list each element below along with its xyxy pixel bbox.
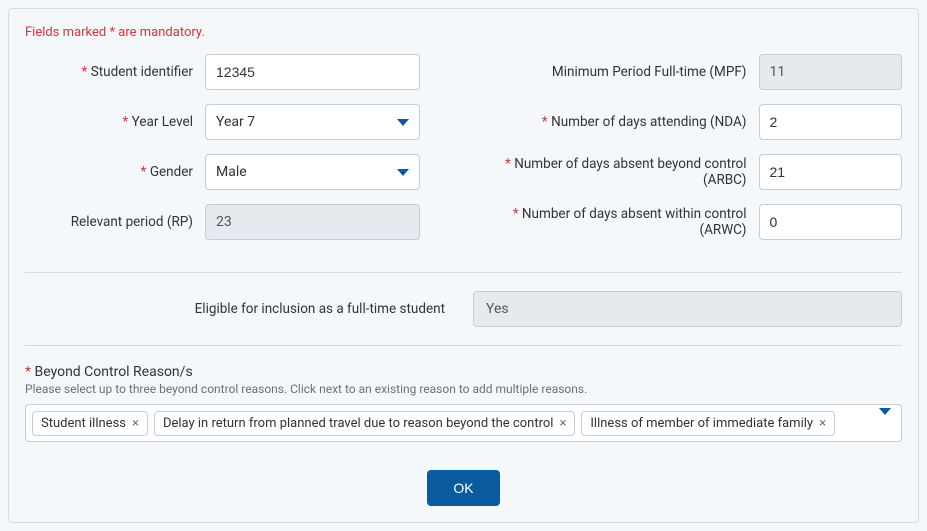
chevron-down-icon	[397, 119, 409, 126]
required-marker: *	[505, 156, 511, 172]
divider	[25, 345, 902, 346]
input-arwc[interactable]	[759, 204, 903, 240]
form-panel: Fields marked * are mandatory. * Student…	[8, 8, 919, 523]
chip-label: Illness of member of immediate family	[590, 416, 813, 431]
label-nda: * Number of days attending (NDA)	[484, 114, 759, 130]
chevron-down-icon	[879, 408, 891, 431]
mandatory-note: Fields marked * are mandatory.	[25, 25, 902, 40]
ok-button[interactable]: OK	[427, 470, 499, 506]
required-marker: *	[25, 364, 31, 380]
mandatory-note-prefix: Fields marked	[25, 25, 109, 40]
input-arbc[interactable]	[759, 154, 903, 190]
field-student-identifier: * Student identifier	[25, 54, 444, 90]
chip-label: Delay in return from planned travel due …	[163, 416, 553, 431]
label-arbc: * Number of days absent beyond control (…	[484, 156, 759, 188]
left-column: * Student identifier * Year Level Year 7	[25, 54, 444, 254]
chip-label: Student illness	[41, 416, 126, 431]
select-value: Male	[216, 164, 247, 180]
label-text: Relevant period (RP)	[71, 214, 193, 230]
field-arwc: * Number of days absent within control (…	[484, 204, 903, 240]
select-year-level[interactable]: Year 7	[205, 104, 420, 140]
label-text: Student identifier	[91, 64, 193, 80]
label-mpf: Minimum Period Full-time (MPF)	[484, 64, 759, 80]
input-nda[interactable]	[759, 104, 903, 140]
fields-grid: * Student identifier * Year Level Year 7	[25, 54, 902, 254]
readonly-mpf: 11	[759, 54, 903, 90]
close-icon[interactable]: ×	[132, 417, 139, 430]
label-beyond-control: * Beyond Control Reason/s	[25, 364, 902, 380]
readonly-eligible: Yes	[473, 291, 902, 327]
button-row: OK	[25, 470, 902, 506]
select-gender[interactable]: Male	[205, 154, 420, 190]
value-text: 11	[770, 64, 786, 80]
field-year-level: * Year Level Year 7	[25, 104, 444, 140]
input-student-identifier[interactable]	[205, 54, 420, 90]
label-text: Beyond Control Reason/s	[35, 364, 193, 380]
hint-beyond-control: Please select up to three beyond control…	[25, 382, 902, 396]
label-text: Minimum Period Full-time (MPF)	[552, 64, 747, 80]
close-icon[interactable]: ×	[819, 417, 826, 430]
field-eligible: Eligible for inclusion as a full-time st…	[25, 291, 902, 327]
label-arwc: * Number of days absent within control (…	[484, 206, 759, 238]
field-arbc: * Number of days absent beyond control (…	[484, 154, 903, 190]
readonly-relevant-period: 23	[205, 204, 420, 240]
label-relevant-period: Relevant period (RP)	[25, 214, 205, 230]
right-column: Minimum Period Full-time (MPF) 11 * Numb…	[484, 54, 903, 254]
label-gender: * Gender	[25, 164, 205, 180]
multiselect-dropdown-toggle[interactable]	[879, 415, 891, 431]
label-text: Number of days attending (NDA)	[551, 114, 746, 130]
label-year-level: * Year Level	[25, 114, 205, 130]
divider	[25, 272, 902, 273]
field-mpf: Minimum Period Full-time (MPF) 11	[484, 54, 903, 90]
label-eligible: Eligible for inclusion as a full-time st…	[25, 301, 455, 317]
chip-reason: Student illness ×	[32, 411, 148, 436]
field-nda: * Number of days attending (NDA)	[484, 104, 903, 140]
label-text: Number of days absent within control (AR…	[522, 206, 747, 238]
chip-reason: Illness of member of immediate family ×	[581, 411, 835, 436]
mandatory-note-suffix: are mandatory.	[115, 25, 205, 40]
label-text: Number of days absent beyond control (AR…	[514, 156, 746, 188]
value-text: Yes	[486, 301, 509, 317]
value-text: 23	[216, 214, 232, 230]
required-marker: *	[122, 114, 128, 130]
chevron-down-icon	[397, 169, 409, 176]
field-gender: * Gender Male	[25, 154, 444, 190]
label-text: Year Level	[132, 114, 193, 130]
select-value: Year 7	[216, 114, 255, 130]
multiselect-beyond-control[interactable]: Student illness × Delay in return from p…	[25, 404, 902, 442]
label-text: Gender	[150, 164, 193, 180]
required-marker: *	[513, 206, 519, 222]
required-marker: *	[141, 164, 147, 180]
required-marker: *	[82, 64, 88, 80]
label-student-identifier: * Student identifier	[25, 64, 205, 80]
required-marker: *	[542, 114, 548, 130]
close-icon[interactable]: ×	[559, 417, 566, 430]
chip-reason: Delay in return from planned travel due …	[154, 411, 575, 436]
field-relevant-period: Relevant period (RP) 23	[25, 204, 444, 240]
